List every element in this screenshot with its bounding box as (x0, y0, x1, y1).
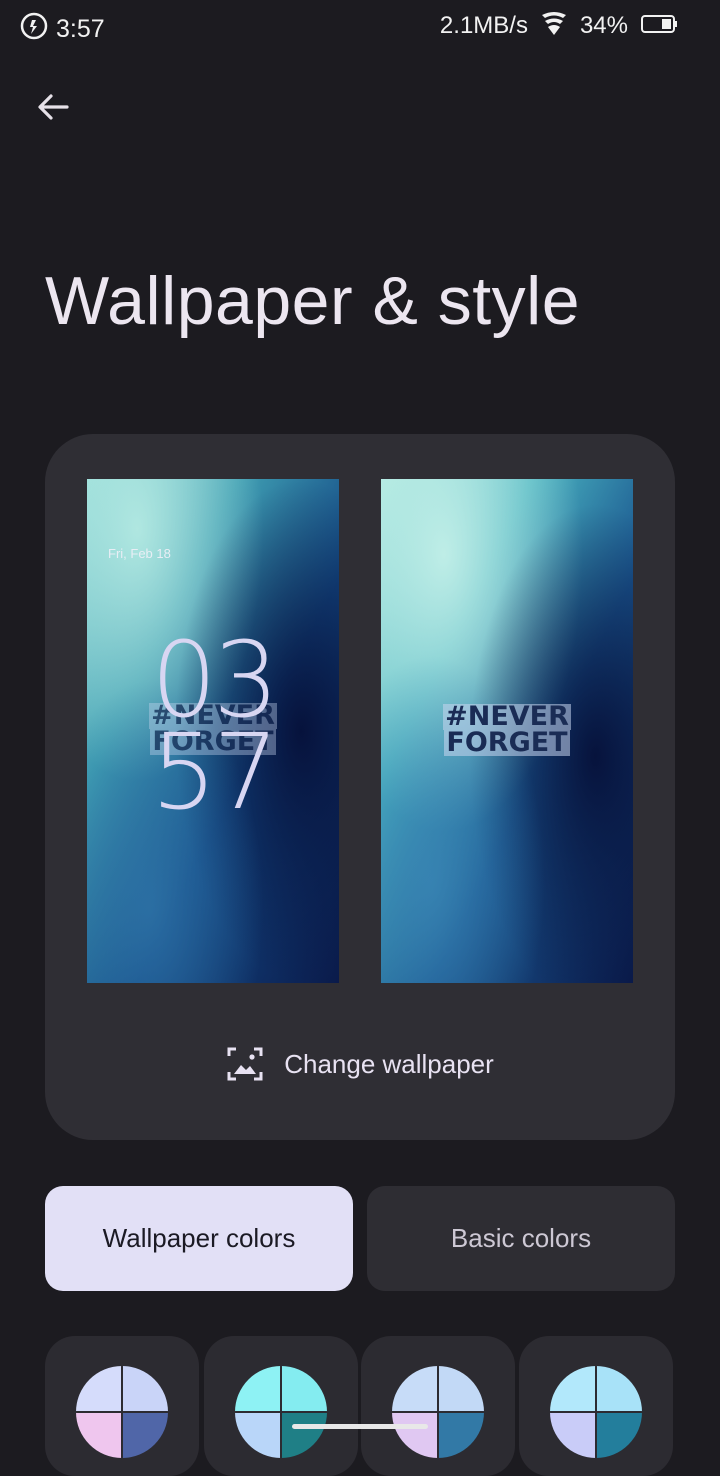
home-screen-preview[interactable]: #NEVER FORGET (381, 479, 633, 983)
swatch-quadrant (281, 1412, 327, 1458)
color-option-1[interactable] (45, 1336, 199, 1476)
tab-wallpaper-colors[interactable]: Wallpaper colors (45, 1186, 353, 1291)
wallpaper-watermark: #NEVER FORGET (443, 701, 571, 758)
gesture-nav-handle[interactable] (292, 1424, 428, 1429)
swatch-circle (392, 1366, 484, 1458)
lock-screen-clock: 03 57 (87, 628, 339, 833)
swatch-quadrant (281, 1366, 327, 1412)
swatch-quadrant (596, 1412, 642, 1458)
swatch-circle (550, 1366, 642, 1458)
back-arrow-icon (38, 94, 69, 120)
battery-icon (640, 13, 678, 40)
swatch-quadrant (235, 1366, 281, 1412)
status-time: 3:57 (56, 14, 105, 43)
lock-screen-preview[interactable]: Fri, Feb 18 #NEVER FORGET 03 57 (87, 479, 339, 983)
swatch-quadrant (550, 1412, 596, 1458)
swatch-quadrant (76, 1412, 122, 1458)
swatch-quadrant (438, 1412, 484, 1458)
tab-basic-colors[interactable]: Basic colors (367, 1186, 675, 1291)
swatch-circle (76, 1366, 168, 1458)
swatch-quadrant (392, 1366, 438, 1412)
back-button[interactable] (30, 84, 76, 130)
color-option-2[interactable] (204, 1336, 358, 1476)
swatch-quadrant (392, 1412, 438, 1458)
swatch-quadrant (122, 1366, 168, 1412)
battery-percent: 34% (579, 12, 628, 39)
swatch-quadrant (596, 1366, 642, 1412)
network-speed: 2.1MB/s (439, 12, 528, 39)
alarm-icon (18, 10, 50, 47)
page-title: Wallpaper & style (45, 263, 581, 339)
image-icon (227, 1047, 263, 1081)
swatch-quadrant (235, 1412, 281, 1458)
status-bar: 3:57 2.1MB/s 34% (0, 0, 720, 54)
swatch-quadrant (550, 1366, 596, 1412)
clock-minutes: 57 (150, 711, 279, 833)
color-option-3[interactable] (361, 1336, 515, 1476)
lock-screen-date: Fri, Feb 18 (108, 546, 171, 561)
change-wallpaper-button[interactable]: Change wallpaper (45, 1028, 675, 1100)
swatch-quadrant (438, 1366, 484, 1412)
wallpaper-preview-card: Fri, Feb 18 #NEVER FORGET 03 57 #NEVER F… (45, 434, 675, 1140)
swatch-quadrant (122, 1412, 168, 1458)
wifi-icon (540, 11, 568, 42)
change-wallpaper-label: Change wallpaper (284, 1048, 494, 1079)
swatch-quadrant (76, 1366, 122, 1412)
color-option-4[interactable] (519, 1336, 673, 1476)
swatch-circle (235, 1366, 327, 1458)
